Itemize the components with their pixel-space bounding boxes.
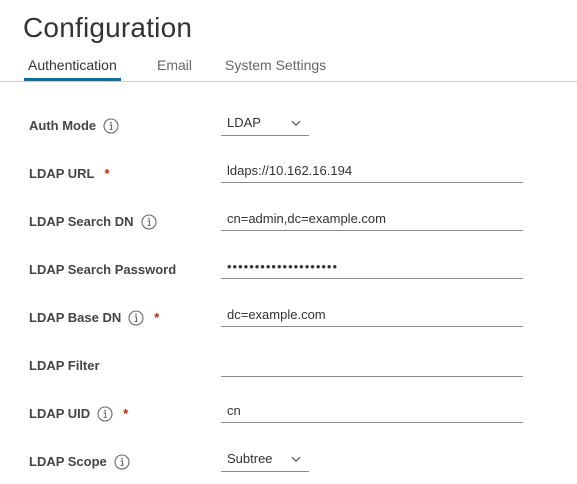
ldap-filter-row: LDAP Filter <box>0 351 577 381</box>
info-circle-icon[interactable] <box>140 214 157 230</box>
ldap-filter-input[interactable] <box>221 353 523 377</box>
auth-mode-value: LDAP <box>227 115 261 130</box>
ldap-url-label: LDAP URL <box>29 166 95 181</box>
required-marker: * <box>123 406 129 421</box>
ldap-search-dn-label: LDAP Search DN <box>29 214 134 229</box>
ldap-search-password-input[interactable]: •••••••••••••••••••• <box>221 255 523 279</box>
auth-mode-select[interactable]: LDAP <box>221 112 309 136</box>
ldap-url-row: LDAP URL * <box>0 159 577 189</box>
ldap-scope-label-group: LDAP Scope <box>29 453 130 471</box>
auth-mode-label-group: Auth Mode <box>29 117 119 135</box>
ldap-search-password-row: LDAP Search Password •••••••••••••••••••… <box>0 255 577 285</box>
auth-mode-row: Auth Mode LDAP <box>0 111 577 141</box>
info-circle-icon[interactable] <box>103 118 119 134</box>
ldap-search-dn-row: LDAP Search DN <box>0 207 577 237</box>
tab-bar: Authentication Email System Settings <box>0 52 577 82</box>
ldap-base-dn-row: LDAP Base DN * <box>0 303 577 333</box>
ldap-uid-label: LDAP UID <box>29 406 91 421</box>
chevron-down-icon <box>291 120 301 127</box>
ldap-search-dn-label-group: LDAP Search DN <box>29 213 157 231</box>
ldap-filter-label-group: LDAP Filter <box>29 357 100 375</box>
configuration-page: Configuration Authentication Email Syste… <box>0 0 577 484</box>
chevron-down-icon <box>291 456 301 463</box>
ldap-filter-label: LDAP Filter <box>29 358 100 373</box>
tab-system-settings[interactable]: System Settings <box>225 52 326 79</box>
info-circle-icon[interactable] <box>97 406 113 422</box>
ldap-base-dn-label: LDAP Base DN <box>29 310 122 325</box>
ldap-scope-select[interactable]: Subtree <box>221 448 309 472</box>
ldap-scope-value: Subtree <box>227 451 273 466</box>
tab-authentication[interactable]: Authentication <box>24 52 121 81</box>
tab-email[interactable]: Email <box>157 52 192 79</box>
ldap-url-label-group: LDAP URL * <box>29 165 110 183</box>
ldap-search-password-label-group: LDAP Search Password <box>29 261 176 279</box>
ldap-scope-label: LDAP Scope <box>29 454 107 469</box>
required-marker: * <box>154 310 160 325</box>
ldap-uid-input[interactable] <box>221 399 523 423</box>
auth-mode-label: Auth Mode <box>29 118 97 133</box>
ldap-scope-row: LDAP Scope Subtree <box>0 447 577 477</box>
ldap-base-dn-label-group: LDAP Base DN * <box>29 309 159 327</box>
ldap-url-input[interactable] <box>221 159 523 183</box>
info-circle-icon[interactable] <box>128 310 144 326</box>
ldap-search-password-label: LDAP Search Password <box>29 262 177 277</box>
ldap-uid-row: LDAP UID * <box>0 399 577 429</box>
ldap-base-dn-input[interactable] <box>221 303 523 327</box>
page-title: Configuration <box>23 12 193 43</box>
ldap-search-dn-input[interactable] <box>221 207 523 231</box>
required-marker: * <box>104 166 110 181</box>
info-circle-icon[interactable] <box>114 454 130 470</box>
ldap-uid-label-group: LDAP UID * <box>29 405 128 423</box>
